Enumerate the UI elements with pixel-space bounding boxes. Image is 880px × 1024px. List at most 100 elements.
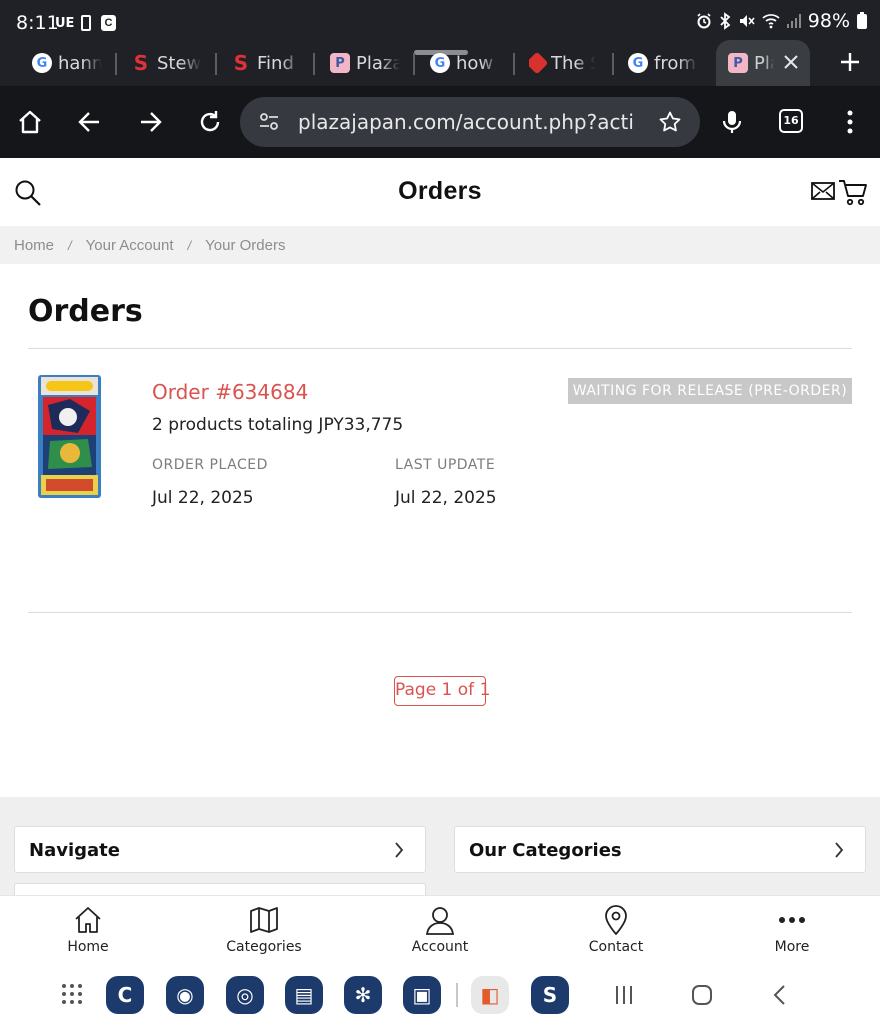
tab-divider	[115, 53, 117, 75]
last-update-date: Jul 22, 2025	[395, 488, 497, 508]
map-icon	[250, 907, 278, 933]
recent-app-icon[interactable]: ◧	[471, 976, 509, 1014]
menu-dots-icon[interactable]	[836, 108, 864, 136]
nav-account[interactable]: Account	[380, 896, 500, 966]
reload-icon[interactable]	[196, 108, 224, 136]
tab-5[interactable]: The S	[529, 48, 595, 78]
home-button-icon[interactable]	[690, 983, 714, 1007]
more-dots-icon	[779, 917, 805, 923]
categories-label: Our Categories	[469, 840, 622, 861]
cart-icon[interactable]	[838, 178, 868, 206]
tab-7-active[interactable]: P Pla	[728, 48, 774, 78]
location-pin-icon	[605, 905, 627, 935]
phone-app-icon[interactable]: C	[106, 976, 144, 1014]
home-icon	[75, 907, 101, 933]
app-drawer-icon[interactable]	[60, 982, 84, 1006]
mute-icon	[739, 15, 755, 27]
tab-6[interactable]: G from	[628, 48, 698, 78]
site-footer: Navigate Our Categories	[0, 797, 880, 903]
breadcrumb-home[interactable]: Home	[14, 237, 54, 254]
breadcrumb-separator: /	[187, 237, 192, 253]
back-arrow-icon[interactable]	[76, 108, 104, 136]
forward-arrow-icon[interactable]	[136, 108, 164, 136]
nav-account-label: Account	[411, 939, 469, 955]
chrome-app-icon[interactable]: ◎	[226, 976, 264, 1014]
tab-title: Plaza	[356, 52, 400, 74]
google-icon: G	[628, 53, 648, 73]
tab-title: Find	[257, 52, 294, 74]
home-icon[interactable]	[16, 108, 44, 136]
gallery-app-icon[interactable]: ✻	[344, 976, 382, 1014]
tab-title: Pla	[754, 52, 774, 74]
nav-categories-label: Categories	[226, 939, 302, 955]
breadcrumb: Home / Your Account / Your Orders	[0, 226, 880, 264]
order-summary: 2 products totaling JPY33,775	[152, 415, 404, 435]
categories-accordion[interactable]: Our Categories	[454, 826, 866, 873]
status-badge: WAITING FOR RELEASE (PRE-ORDER)	[568, 378, 852, 404]
bottom-navigation: Home Categories Account Contact More	[0, 895, 880, 965]
site-settings-icon[interactable]	[258, 111, 280, 133]
the-s-icon	[529, 51, 549, 75]
notes-app-icon[interactable]: ▤	[285, 976, 323, 1014]
tab-divider	[215, 53, 217, 75]
messages-app-icon[interactable]: ◉	[166, 976, 204, 1014]
tab-title: Stew	[157, 52, 201, 74]
breadcrumb-account[interactable]: Your Account	[86, 237, 174, 254]
microphone-icon[interactable]	[718, 108, 746, 136]
camera-app-icon[interactable]: ▣	[403, 976, 441, 1014]
nav-categories[interactable]: Categories	[204, 896, 324, 966]
breadcrumb-orders[interactable]: Your Orders	[205, 237, 285, 254]
wifi-icon	[762, 14, 780, 29]
battery-icon	[857, 12, 867, 29]
chevron-right-icon	[835, 842, 844, 858]
bluetooth-icon	[720, 12, 731, 30]
divider	[28, 612, 852, 613]
site-header: Orders	[0, 158, 880, 226]
tab-2[interactable]: S Find	[231, 48, 301, 78]
browser-toolbar: plazajapan.com/account.php?action=	[0, 86, 880, 158]
nav-more[interactable]: More	[732, 896, 852, 966]
tab-1[interactable]: S Stew	[131, 48, 201, 78]
back-button-icon[interactable]	[768, 983, 792, 1007]
pagination-label[interactable]: Page 1 of 1	[394, 676, 490, 706]
tab-3[interactable]: P Plaza	[330, 48, 400, 78]
tab-divider	[612, 53, 614, 75]
mail-icon[interactable]	[811, 182, 835, 200]
recents-button-icon[interactable]	[612, 983, 636, 1007]
tab-divider	[413, 53, 415, 75]
notification-app-icon: C	[101, 15, 116, 31]
new-tab-icon[interactable]	[836, 48, 864, 76]
nav-home-label: Home	[67, 939, 109, 955]
header-title: Orders	[398, 177, 482, 205]
s-logo-icon: S	[133, 51, 149, 75]
screen: 8:11 UE C 98% G hanna S Stew S Find	[0, 0, 880, 1024]
nav-home[interactable]: Home	[28, 896, 148, 966]
page-title: Orders	[28, 294, 143, 329]
tab-title: The S	[551, 52, 595, 74]
bookmark-star-icon[interactable]	[658, 110, 682, 134]
nav-contact[interactable]: Contact	[556, 896, 676, 966]
system-navigation: C ◉ ◎ ▤ ✻ ▣ ◧ S	[0, 965, 880, 1024]
plaza-icon: P	[330, 53, 350, 73]
status-icons: 98%	[696, 10, 868, 32]
chevron-right-icon	[395, 842, 404, 858]
address-bar[interactable]: plazajapan.com/account.php?action=	[240, 97, 700, 147]
s-app-icon[interactable]: S	[531, 976, 569, 1014]
navigate-label: Navigate	[29, 840, 120, 861]
nav-more-label: More	[774, 939, 810, 955]
tab-title: hanna	[58, 52, 102, 74]
navigate-accordion[interactable]: Navigate	[14, 826, 426, 873]
tab-0[interactable]: G hanna	[32, 48, 102, 78]
product-thumbnail[interactable]	[38, 375, 101, 498]
close-tab-icon[interactable]	[783, 54, 799, 70]
tab-strip: G hanna S Stew S Find P Plaza G how t Th…	[0, 40, 880, 86]
breadcrumb-separator: /	[68, 237, 72, 253]
alarm-icon	[697, 13, 711, 29]
tab-4[interactable]: G how t	[430, 48, 500, 78]
device-icon	[81, 15, 91, 31]
dock-divider	[456, 983, 458, 1007]
tab-switcher-button[interactable]: 16	[779, 109, 803, 133]
order-placed-label: ORDER PLACED	[152, 457, 268, 473]
order-number-link[interactable]: Order #634684	[152, 380, 308, 404]
url-text: plazajapan.com/account.php?action=	[298, 110, 634, 134]
